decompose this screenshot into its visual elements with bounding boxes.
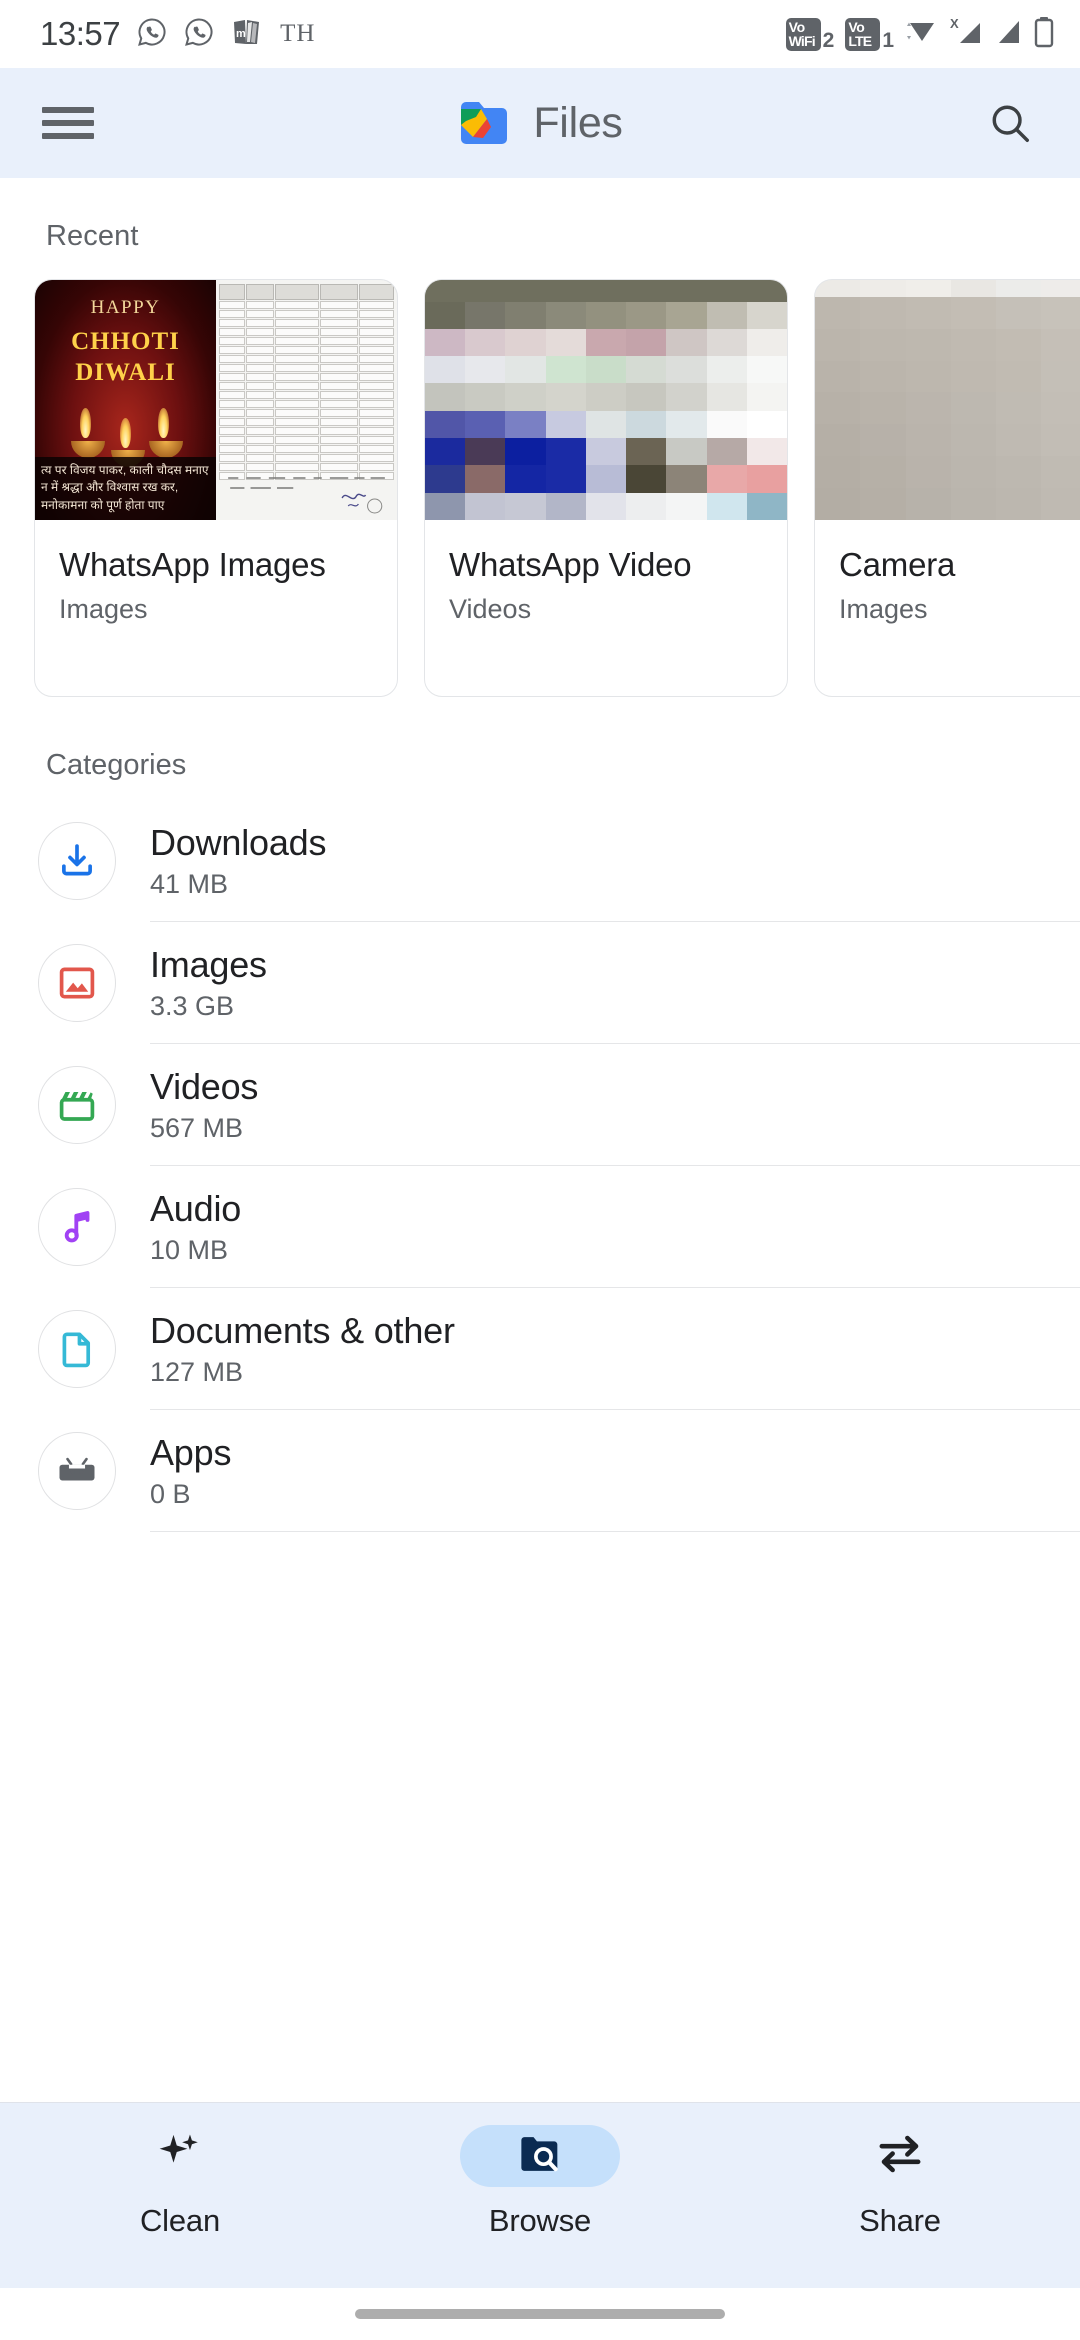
category-label: Apps	[150, 1431, 232, 1473]
category-label: Images	[150, 943, 267, 985]
whatsapp-icon	[184, 17, 214, 52]
volte-badge: Vo LTE 1	[845, 17, 894, 51]
categories-heading: Categories	[46, 749, 187, 781]
whatsapp-icon	[137, 17, 167, 52]
app-bar-title-group: Files	[0, 97, 1080, 149]
category-row-audio[interactable]: Audio 10 MB	[0, 1166, 1080, 1288]
category-row-videos[interactable]: Videos 567 MB	[0, 1044, 1080, 1166]
svg-text:m: m	[236, 28, 246, 40]
card-text-group: Camera Images	[815, 520, 1080, 625]
category-label: Downloads	[150, 821, 327, 863]
category-size: 3.3 GB	[150, 991, 235, 1022]
category-label: Documents & other	[150, 1309, 455, 1351]
gesture-home-bar[interactable]	[355, 2309, 725, 2319]
nav-pill-active	[460, 2125, 620, 2187]
bottom-navigation-bar: Clean Browse Share	[0, 2102, 1080, 2288]
app-title: Files	[533, 98, 623, 147]
nav-label: Browse	[488, 2203, 592, 2238]
category-text-group: Audio 10 MB	[150, 1166, 1080, 1288]
category-label: Videos	[150, 1065, 259, 1107]
locale-badge: TH	[280, 20, 316, 47]
pixelated-beige-thumbnail	[815, 280, 1080, 520]
files-app-screen: 13:57 m TH Vo WiFi 2 Vo LTE 1 X Files Re…	[0, 0, 1080, 2340]
diwali-line-1: HAPPY	[90, 296, 161, 318]
card-thumbnail: HAPPY CHHOTI DIWALI त्य पर विजय पाकर, का…	[35, 280, 397, 520]
recent-card-whatsapp-images[interactable]: HAPPY CHHOTI DIWALI त्य पर विजय पाकर, का…	[34, 279, 398, 697]
android-robot-icon	[38, 1432, 116, 1510]
main-content: Recent HAPPY CHHOTI DIWALI त्य पर विजय प…	[0, 178, 1080, 2102]
category-text-group: Apps 0 B	[150, 1410, 1080, 1532]
category-size: 0 B	[150, 1479, 191, 1510]
card-thumbnail	[815, 280, 1080, 520]
category-row-apps[interactable]: Apps 0 B	[0, 1410, 1080, 1532]
folder-search-icon	[514, 2128, 566, 2185]
nav-label: Clean	[140, 2203, 220, 2238]
category-text-group: Images 3.3 GB	[150, 922, 1080, 1044]
category-size: 41 MB	[150, 869, 229, 900]
download-icon	[38, 822, 116, 900]
diwali-greeting-image: HAPPY CHHOTI DIWALI त्य पर विजय पाकर, का…	[35, 280, 216, 520]
categories-list: Downloads 41 MB Images 3.3 GB Videos 567…	[0, 782, 1080, 1532]
app-bar: Files	[0, 68, 1080, 178]
nav-pill	[820, 2125, 980, 2187]
card-subtitle: Images	[59, 594, 148, 624]
category-row-images[interactable]: Images 3.3 GB	[0, 922, 1080, 1044]
category-size: 10 MB	[150, 1235, 229, 1266]
wifi-icon	[905, 17, 939, 52]
category-label: Audio	[150, 1187, 242, 1229]
hamburger-menu-icon[interactable]	[40, 101, 96, 145]
status-bar-left: 13:57 m TH	[40, 15, 315, 53]
card-text-group: WhatsApp Video Videos	[425, 520, 787, 625]
card-title: WhatsApp Video	[449, 546, 692, 583]
card-subtitle: Images	[839, 594, 928, 624]
volte-wifi-badge: Vo WiFi 2	[785, 17, 834, 51]
document-icon	[38, 1310, 116, 1388]
recent-heading: Recent	[46, 220, 139, 252]
svg-text:X: X	[950, 16, 959, 31]
category-size: 567 MB	[150, 1113, 244, 1144]
category-size: 127 MB	[150, 1357, 244, 1388]
nav-pill	[100, 2125, 260, 2187]
signal-x-icon: X	[950, 16, 984, 53]
battery-icon	[1034, 16, 1054, 53]
swap-arrows-icon	[874, 2128, 926, 2185]
recent-card-whatsapp-video[interactable]: WhatsApp Video Videos	[424, 279, 788, 697]
status-bar-right: Vo WiFi 2 Vo LTE 1 X	[785, 16, 1054, 53]
nav-item-browse[interactable]: Browse	[360, 2125, 720, 2239]
category-text-group: Downloads 41 MB	[150, 800, 1080, 922]
bookmyshow-icon: m	[231, 17, 263, 52]
pixelated-video-thumbnail	[425, 280, 787, 520]
recent-cards-row[interactable]: HAPPY CHHOTI DIWALI त्य पर विजय पाकर, का…	[0, 253, 1080, 697]
music-note-icon	[38, 1188, 116, 1266]
card-title: Camera	[839, 546, 956, 583]
card-text-group: WhatsApp Images Images	[35, 520, 397, 625]
category-row-documents[interactable]: Documents & other 127 MB	[0, 1288, 1080, 1410]
recent-card-camera[interactable]: Camera Images	[814, 279, 1080, 697]
card-thumbnail	[425, 280, 787, 520]
card-title: WhatsApp Images	[59, 546, 326, 583]
divider	[150, 1530, 1080, 1532]
category-text-group: Documents & other 127 MB	[150, 1288, 1080, 1410]
nav-item-clean[interactable]: Clean	[0, 2125, 360, 2239]
gesture-navigation-area	[0, 2288, 1080, 2340]
video-clapper-icon	[38, 1066, 116, 1144]
signal-icon	[995, 17, 1023, 52]
status-bar: 13:57 m TH Vo WiFi 2 Vo LTE 1 X	[0, 0, 1080, 68]
nav-label: Share	[859, 2203, 941, 2238]
image-icon	[38, 944, 116, 1022]
diwali-caption: त्य पर विजय पाकर, काली चौदस मनाए न में श…	[35, 456, 216, 520]
status-clock: 13:57	[40, 15, 121, 52]
timetable-document-image	[216, 280, 397, 520]
diwali-line-2: CHHOTI	[71, 328, 180, 355]
category-row-downloads[interactable]: Downloads 41 MB	[0, 800, 1080, 922]
diwali-line-3: DIWALI	[75, 359, 176, 387]
files-app-logo	[457, 97, 511, 149]
search-icon[interactable]	[980, 93, 1040, 153]
sparkle-icon	[154, 2128, 206, 2185]
category-text-group: Videos 567 MB	[150, 1044, 1080, 1166]
nav-item-share[interactable]: Share	[720, 2125, 1080, 2239]
card-subtitle: Videos	[449, 594, 532, 624]
